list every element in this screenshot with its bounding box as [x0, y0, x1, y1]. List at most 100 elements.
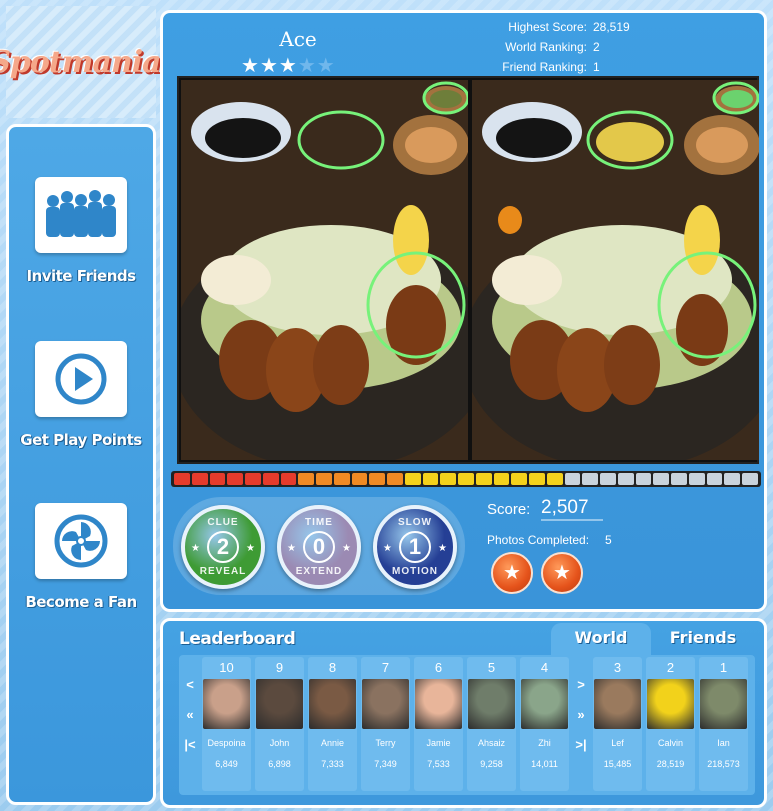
friend-ranking-value: 1: [593, 60, 600, 74]
become-a-fan-label: Become a Fan: [25, 593, 137, 611]
player-stats: Highest Score: 28,519 World Ranking: 2 Fri…: [499, 17, 630, 77]
star-icon: ★: [278, 55, 298, 77]
leaderboard-player[interactable]: 7 Terry 7,349: [361, 657, 410, 791]
timer-segment: [351, 473, 368, 485]
leaderboard-player[interactable]: 6 Jamie 7,533: [414, 657, 463, 791]
clue-reveal-top-label: CLUE: [207, 517, 239, 528]
score-value: 2,507: [541, 497, 603, 521]
friend-ranking-label: Friend Ranking:: [502, 60, 587, 74]
player-avatar: [309, 679, 356, 729]
timer-segment: [493, 473, 510, 485]
star-icon: ★: [438, 543, 447, 554]
last-page-button[interactable]: >|: [571, 737, 591, 752]
player-score: 28,519: [656, 759, 685, 769]
next-fast-button[interactable]: »: [571, 707, 591, 722]
player-rank: 2: [666, 660, 675, 675]
player-avatar: [594, 679, 641, 729]
player-avatar: [700, 679, 747, 729]
player-name: John: [269, 738, 290, 748]
prev-fast-button[interactable]: «: [180, 707, 200, 722]
tab-world[interactable]: World: [551, 623, 651, 657]
timer-segment: [511, 473, 527, 485]
player-score: 6,849: [215, 759, 238, 769]
player-avatar: [647, 679, 694, 729]
get-play-points-button[interactable]: Get Play Points: [9, 341, 153, 449]
leaderboard-player[interactable]: 1 Ian 218,573: [699, 657, 748, 791]
timer-segment: [688, 473, 705, 485]
star-icon: ★: [241, 55, 260, 77]
player-avatar: [203, 679, 250, 729]
leaderboard-player[interactable]: 4 Zhi 14,011: [520, 657, 569, 791]
star-icon: ★: [191, 543, 200, 554]
play-icon: [35, 341, 127, 417]
leaderboard-player[interactable]: 10 Despoina 6,849: [202, 657, 251, 791]
game-panel: Ace ★★★★★ Highest Score: 28,519 World Ran…: [160, 10, 767, 612]
star-icon: ★: [316, 55, 336, 77]
invite-friends-button[interactable]: Invite Friends: [9, 177, 153, 285]
leaderboard-player[interactable]: 9 John 6,898: [255, 657, 304, 791]
leaderboard-player[interactable]: 3 Lef 15,485: [593, 657, 642, 791]
player-name: Ahsaiz: [477, 738, 505, 748]
leaderboard-player[interactable]: 8 Annie 7,333: [308, 657, 357, 791]
player-rank: 7: [381, 660, 390, 675]
timer-segment: [529, 473, 545, 485]
leaderboard-title: Leaderboard: [179, 629, 296, 649]
highest-score-value: 28,519: [593, 20, 630, 34]
right-photo[interactable]: [472, 80, 759, 460]
leaderboard-player[interactable]: 5 Ahsaiz 9,258: [467, 657, 516, 791]
player-avatar: [362, 679, 409, 729]
player-name: Terry: [375, 738, 396, 748]
slow-motion-top-label: SLOW: [398, 517, 432, 528]
first-page-button[interactable]: |<: [180, 737, 200, 752]
time-extend-button[interactable]: TIME ★ 0 ★ EXTEND: [277, 505, 361, 589]
get-play-points-label: Get Play Points: [20, 431, 142, 449]
timer-segment: [387, 473, 403, 485]
timer-segment: [546, 473, 563, 485]
left-photo[interactable]: [181, 80, 468, 460]
prev-page-button[interactable]: <: [180, 677, 200, 692]
timer-segment: [209, 473, 226, 485]
spot-the-difference-area: [177, 76, 759, 464]
logo-area: Spotmania!: [0, 6, 174, 118]
player-avatar: [256, 679, 303, 729]
fan-icon: [35, 503, 127, 579]
player-score: 7,533: [427, 759, 450, 769]
player-avatar: [415, 679, 462, 729]
slow-motion-button[interactable]: SLOW ★ 1 ★ MOTION: [373, 505, 457, 589]
star-icon: ★: [287, 543, 296, 554]
timer-segment: [333, 473, 350, 485]
timer-segment: [600, 473, 616, 485]
world-ranking-label: World Ranking:: [505, 40, 587, 54]
timer-segment: [742, 473, 758, 485]
player-rank: 8: [328, 660, 337, 675]
timer-segment: [440, 473, 456, 485]
player-avatar: [468, 679, 515, 729]
become-a-fan-button[interactable]: Become a Fan: [9, 503, 153, 611]
timer-segment: [582, 473, 598, 485]
player-rank: 4: [540, 660, 549, 675]
clue-reveal-bottom-label: REVEAL: [199, 566, 247, 577]
player-rank: 5: [487, 660, 496, 675]
leaderboard-player[interactable]: 2 Calvin 28,519: [646, 657, 695, 791]
timer-segment: [298, 473, 314, 485]
tab-friends[interactable]: Friends: [653, 623, 753, 657]
player-score: 15,485: [603, 759, 632, 769]
star-icon: ★: [297, 55, 317, 77]
clue-reveal-count: 2: [216, 534, 230, 559]
timer-segment: [245, 473, 261, 485]
clue-reveal-button[interactable]: CLUE ★ 2 ★ REVEAL: [181, 505, 265, 589]
player-name: Ace: [279, 27, 317, 51]
player-rank: 3: [613, 660, 622, 675]
leaderboard-list: < « |< > » >| 10 Despoina 6,849 9 John 6,898 8…: [179, 655, 755, 795]
star-icon: ★: [342, 543, 351, 554]
player-rank: 10: [219, 660, 234, 675]
timer-segment: [316, 473, 332, 485]
people-silhouette-icon: [35, 177, 127, 253]
next-page-button[interactable]: >: [571, 677, 591, 692]
time-extend-count: 0: [312, 534, 326, 559]
timer-segment: [422, 473, 439, 485]
app-logo: Spotmania!: [0, 44, 174, 80]
timer-segment: [653, 473, 669, 485]
game-stage: Spotmania! Invite Friends Get Play Point…: [0, 0, 773, 811]
leaderboard: Leaderboard World Friends < « |< > » >| …: [160, 618, 767, 808]
